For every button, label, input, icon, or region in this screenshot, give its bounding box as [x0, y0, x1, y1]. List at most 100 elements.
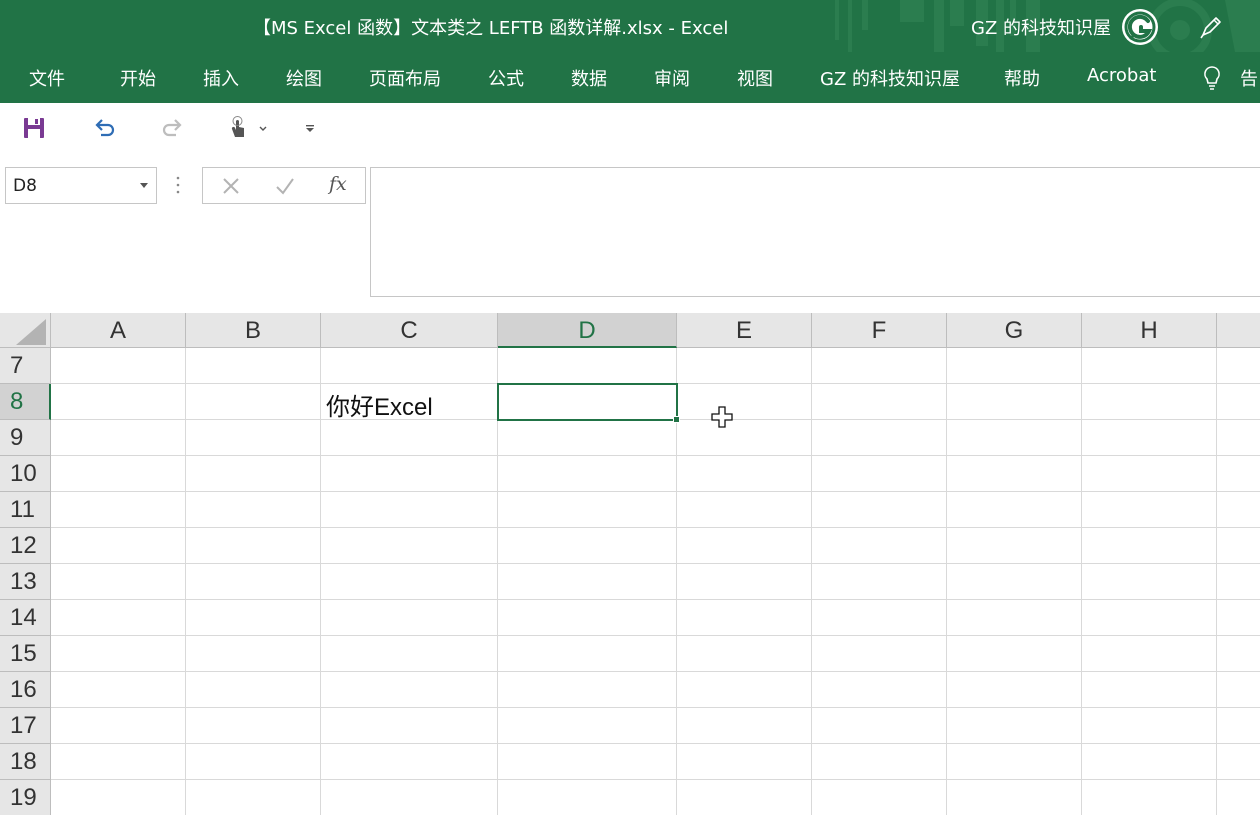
cell-b11[interactable] [186, 492, 321, 528]
tab-view[interactable]: 视图 [737, 65, 773, 91]
tab-page-layout[interactable]: 页面布局 [369, 65, 441, 91]
cell-f9[interactable] [812, 420, 947, 456]
cell-h9[interactable] [1082, 420, 1217, 456]
cell-partial-19[interactable] [1217, 780, 1260, 815]
tab-home[interactable]: 开始 [120, 65, 156, 91]
save-icon[interactable] [21, 115, 47, 141]
cell-d12[interactable] [498, 528, 677, 564]
cells-area[interactable]: 你好Excel [51, 348, 1260, 815]
cell-h16[interactable] [1082, 672, 1217, 708]
cell-h15[interactable] [1082, 636, 1217, 672]
cancel-icon[interactable] [220, 175, 242, 197]
cell-c18[interactable] [321, 744, 498, 780]
cell-g18[interactable] [947, 744, 1082, 780]
cell-h19[interactable] [1082, 780, 1217, 815]
cell-partial-15[interactable] [1217, 636, 1260, 672]
cell-e18[interactable] [677, 744, 812, 780]
undo-icon[interactable] [91, 115, 117, 141]
resize-handle-icon[interactable] [176, 175, 180, 195]
cell-d13[interactable] [498, 564, 677, 600]
cell-d10[interactable] [498, 456, 677, 492]
cell-a12[interactable] [51, 528, 186, 564]
customize-toolbar-icon[interactable] [300, 115, 320, 141]
cell-c15[interactable] [321, 636, 498, 672]
cell-partial-9[interactable] [1217, 420, 1260, 456]
cell-partial-10[interactable] [1217, 456, 1260, 492]
cell-d16[interactable] [498, 672, 677, 708]
cell-g17[interactable] [947, 708, 1082, 744]
cell-g8[interactable] [947, 384, 1082, 420]
cell-f7[interactable] [812, 348, 947, 384]
row-header-7[interactable]: 7 [0, 348, 51, 384]
cell-e19[interactable] [677, 780, 812, 815]
cell-b15[interactable] [186, 636, 321, 672]
cell-a14[interactable] [51, 600, 186, 636]
cell-e8[interactable] [677, 384, 812, 420]
row-header-14[interactable]: 14 [0, 600, 51, 636]
tab-help[interactable]: 帮助 [1004, 65, 1040, 91]
cell-partial-11[interactable] [1217, 492, 1260, 528]
cell-d7[interactable] [498, 348, 677, 384]
fill-handle[interactable] [673, 416, 680, 423]
lightbulb-icon[interactable] [1201, 64, 1223, 92]
cell-f8[interactable] [812, 384, 947, 420]
cell-e13[interactable] [677, 564, 812, 600]
tab-formulas[interactable]: 公式 [488, 65, 524, 91]
cell-e16[interactable] [677, 672, 812, 708]
select-all-button[interactable] [0, 313, 51, 348]
cell-h17[interactable] [1082, 708, 1217, 744]
column-header-h[interactable]: H [1082, 313, 1217, 348]
tab-data[interactable]: 数据 [571, 65, 607, 91]
cell-h11[interactable] [1082, 492, 1217, 528]
cell-h10[interactable] [1082, 456, 1217, 492]
cell-a18[interactable] [51, 744, 186, 780]
cell-b14[interactable] [186, 600, 321, 636]
cell-g10[interactable] [947, 456, 1082, 492]
cell-f15[interactable] [812, 636, 947, 672]
cell-g11[interactable] [947, 492, 1082, 528]
column-header-e[interactable]: E [677, 313, 812, 348]
cell-d9[interactable] [498, 420, 677, 456]
cell-c11[interactable] [321, 492, 498, 528]
cell-h18[interactable] [1082, 744, 1217, 780]
cell-h12[interactable] [1082, 528, 1217, 564]
tab-insert[interactable]: 插入 [203, 65, 239, 91]
tab-review[interactable]: 审阅 [654, 65, 690, 91]
cell-c14[interactable] [321, 600, 498, 636]
tab-acrobat[interactable]: Acrobat [1087, 65, 1156, 86]
cell-c16[interactable] [321, 672, 498, 708]
row-header-15[interactable]: 15 [0, 636, 51, 672]
cell-d11[interactable] [498, 492, 677, 528]
cell-partial-8[interactable] [1217, 384, 1260, 420]
cell-c13[interactable] [321, 564, 498, 600]
cell-c10[interactable] [321, 456, 498, 492]
cell-g15[interactable] [947, 636, 1082, 672]
cell-e10[interactable] [677, 456, 812, 492]
cell-b12[interactable] [186, 528, 321, 564]
cell-b13[interactable] [186, 564, 321, 600]
row-header-17[interactable]: 17 [0, 708, 51, 744]
column-header-f[interactable]: F [812, 313, 947, 348]
cell-a10[interactable] [51, 456, 186, 492]
cell-c12[interactable] [321, 528, 498, 564]
cell-c7[interactable] [321, 348, 498, 384]
tab-file[interactable]: 文件 [29, 65, 65, 91]
cell-b19[interactable] [186, 780, 321, 815]
enter-check-icon[interactable] [274, 175, 296, 197]
column-header-d[interactable]: D [498, 313, 677, 348]
cell-e14[interactable] [677, 600, 812, 636]
account-avatar-icon[interactable] [1121, 8, 1159, 46]
cell-g19[interactable] [947, 780, 1082, 815]
cell-b9[interactable] [186, 420, 321, 456]
pen-icon[interactable] [1198, 14, 1224, 40]
row-header-10[interactable]: 10 [0, 456, 51, 492]
cell-partial-13[interactable] [1217, 564, 1260, 600]
cell-e15[interactable] [677, 636, 812, 672]
cell-f16[interactable] [812, 672, 947, 708]
cell-e11[interactable] [677, 492, 812, 528]
chevron-down-icon[interactable] [140, 183, 148, 188]
cell-g14[interactable] [947, 600, 1082, 636]
cell-partial-16[interactable] [1217, 672, 1260, 708]
cell-partial-12[interactable] [1217, 528, 1260, 564]
tab-custom[interactable]: GZ 的科技知识屋 [820, 65, 960, 91]
